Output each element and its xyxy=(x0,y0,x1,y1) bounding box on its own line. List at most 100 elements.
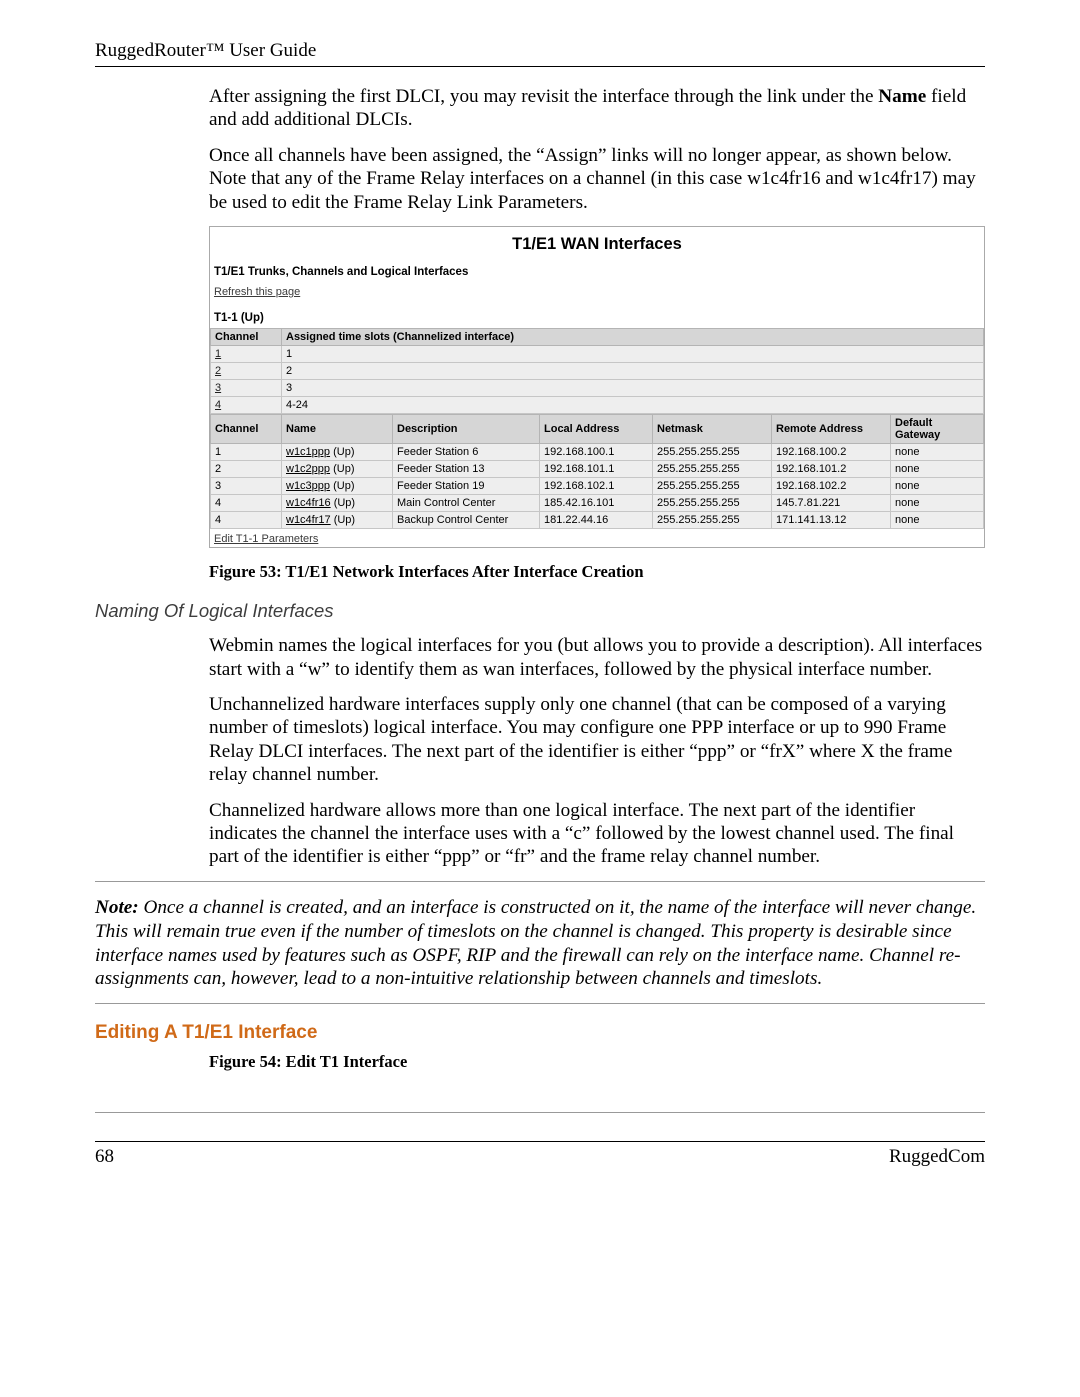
if-name-link[interactable]: w1c4fr16 xyxy=(286,497,331,509)
doc-header: RuggedRouter™ User Guide xyxy=(95,40,316,61)
note-block: Note: Once a channel is created, and an … xyxy=(95,896,985,991)
fig53-title: T1/E1 WAN Interfaces xyxy=(210,227,984,266)
channel-link[interactable]: 2 xyxy=(211,363,282,380)
note-body: Once a channel is created, and an interf… xyxy=(95,897,976,989)
channels-table: Channel Assigned time slots (Channelized… xyxy=(210,328,984,414)
if-remote: 171.141.13.12 xyxy=(772,512,891,529)
if-status: (Up) xyxy=(333,463,354,475)
if-ch: 1 xyxy=(211,444,282,461)
page-number: 68 xyxy=(95,1146,114,1168)
para-naming2: Unchannelized hardware interfaces supply… xyxy=(209,693,985,787)
channel-link[interactable]: 1 xyxy=(211,346,282,363)
if-local: 192.168.101.1 xyxy=(540,461,653,478)
interfaces-table: Channel Name Description Local Address N… xyxy=(210,414,984,529)
para-naming1: Webmin names the logical interfaces for … xyxy=(209,634,985,681)
if-remote: 192.168.100.2 xyxy=(772,444,891,461)
if-hdr-local: Local Address xyxy=(540,415,653,444)
if-desc: Feeder Station 6 xyxy=(393,444,540,461)
channels-hdr-ch: Channel xyxy=(211,329,282,346)
para-assign: Once all channels have been assigned, th… xyxy=(209,144,985,214)
divider xyxy=(95,1112,985,1113)
figure53-container: T1/E1 WAN Interfaces T1/E1 Trunks, Chann… xyxy=(209,226,985,548)
if-remote: 192.168.102.2 xyxy=(772,478,891,495)
if-mask: 255.255.255.255 xyxy=(653,478,772,495)
table-row: 1 w1c1ppp (Up) Feeder Station 6 192.168.… xyxy=(211,444,984,461)
if-status: (Up) xyxy=(334,497,355,509)
table-row: 11 xyxy=(211,346,984,363)
if-name-cell: w1c2ppp (Up) xyxy=(282,461,393,478)
if-ch: 4 xyxy=(211,512,282,529)
slots-cell: 2 xyxy=(282,363,984,380)
divider xyxy=(95,1003,985,1004)
if-name-link[interactable]: w1c2ppp xyxy=(286,463,330,475)
refresh-link[interactable]: Refresh this page xyxy=(210,286,300,298)
if-ch: 2 xyxy=(211,461,282,478)
note-label: Note: xyxy=(95,897,139,918)
channel-link[interactable]: 3 xyxy=(211,380,282,397)
if-hdr-gw: Default Gateway xyxy=(891,415,984,444)
slots-cell: 3 xyxy=(282,380,984,397)
table-row: 33 xyxy=(211,380,984,397)
para-naming3: Channelized hardware allows more than on… xyxy=(209,799,985,869)
if-mask: 255.255.255.255 xyxy=(653,461,772,478)
footer: 68 RuggedCom xyxy=(95,1141,985,1168)
if-status: (Up) xyxy=(333,480,354,492)
if-local: 181.22.44.16 xyxy=(540,512,653,529)
table-row: 4 w1c4fr16 (Up) Main Control Center 185.… xyxy=(211,495,984,512)
sub-heading-naming: Naming Of Logical Interfaces xyxy=(95,600,985,622)
table-row: 4 w1c4fr17 (Up) Backup Control Center 18… xyxy=(211,512,984,529)
if-gw: none xyxy=(891,512,984,529)
if-remote: 145.7.81.221 xyxy=(772,495,891,512)
if-hdr-ch: Channel xyxy=(211,415,282,444)
if-desc: Feeder Station 19 xyxy=(393,478,540,495)
fig53-caption: Figure 53: T1/E1 Network Interfaces Afte… xyxy=(209,562,985,582)
if-hdr-name: Name xyxy=(282,415,393,444)
if-mask: 255.255.255.255 xyxy=(653,512,772,529)
fig53-subtitle: T1/E1 Trunks, Channels and Logical Inter… xyxy=(210,266,984,282)
table-row: 44-24 xyxy=(211,397,984,414)
if-desc: Backup Control Center xyxy=(393,512,540,529)
divider xyxy=(95,881,985,882)
fig54-caption: Figure 54: Edit T1 Interface xyxy=(209,1052,985,1072)
if-name-cell: w1c4fr17 (Up) xyxy=(282,512,393,529)
if-mask: 255.255.255.255 xyxy=(653,495,772,512)
if-local: 192.168.102.1 xyxy=(540,478,653,495)
if-gw: none xyxy=(891,478,984,495)
table-row: 3 w1c3ppp (Up) Feeder Station 19 192.168… xyxy=(211,478,984,495)
edit-t1-link[interactable]: Edit T1-1 Parameters xyxy=(210,531,318,547)
table-row: 2 w1c2ppp (Up) Feeder Station 13 192.168… xyxy=(211,461,984,478)
table-row: 22 xyxy=(211,363,984,380)
if-ch: 3 xyxy=(211,478,282,495)
if-mask: 255.255.255.255 xyxy=(653,444,772,461)
if-hdr-desc: Description xyxy=(393,415,540,444)
if-remote: 192.168.101.2 xyxy=(772,461,891,478)
if-status: (Up) xyxy=(333,446,354,458)
channel-link[interactable]: 4 xyxy=(211,397,282,414)
if-hdr-mask: Netmask xyxy=(653,415,772,444)
main-heading-editing: Editing A T1/E1 Interface xyxy=(95,1022,985,1044)
if-hdr-remote: Remote Address xyxy=(772,415,891,444)
if-local: 192.168.100.1 xyxy=(540,444,653,461)
channels-hdr-slots: Assigned time slots (Channelized interfa… xyxy=(282,329,984,346)
if-gw: none xyxy=(891,461,984,478)
if-desc: Main Control Center xyxy=(393,495,540,512)
if-name-link[interactable]: w1c3ppp xyxy=(286,480,330,492)
if-desc: Feeder Station 13 xyxy=(393,461,540,478)
para1b: Name xyxy=(878,86,926,107)
footer-brand: RuggedCom xyxy=(889,1146,985,1168)
if-ch: 4 xyxy=(211,495,282,512)
para-dlci: After assigning the first DLCI, you may … xyxy=(209,85,985,132)
if-name-cell: w1c4fr16 (Up) xyxy=(282,495,393,512)
if-gw: none xyxy=(891,444,984,461)
slots-cell: 1 xyxy=(282,346,984,363)
if-gw: none xyxy=(891,495,984,512)
if-name-link[interactable]: w1c1ppp xyxy=(286,446,330,458)
if-name-cell: w1c3ppp (Up) xyxy=(282,478,393,495)
if-local: 185.42.16.101 xyxy=(540,495,653,512)
if-status: (Up) xyxy=(334,514,355,526)
para1a: After assigning the first DLCI, you may … xyxy=(209,86,878,107)
if-name-cell: w1c1ppp (Up) xyxy=(282,444,393,461)
slots-cell: 4-24 xyxy=(282,397,984,414)
if-name-link[interactable]: w1c4fr17 xyxy=(286,514,331,526)
trunk-label: T1-1 (Up) xyxy=(210,308,984,328)
